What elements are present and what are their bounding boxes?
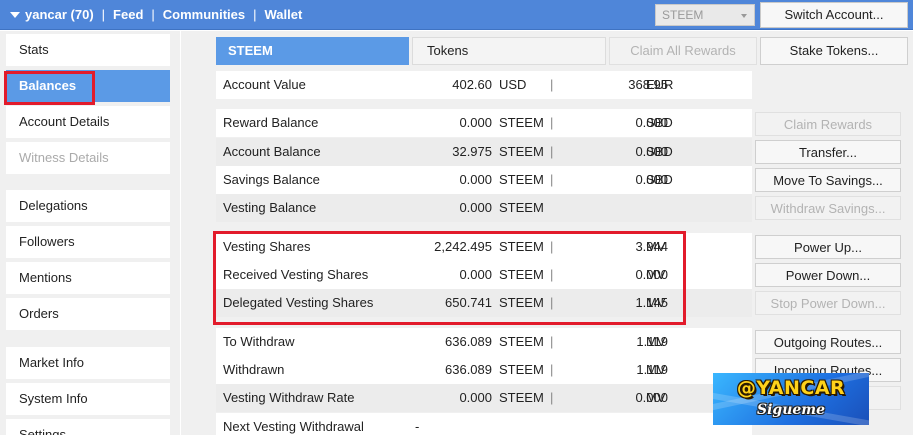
table-row: Vesting Balance 0.000 STEEM — [216, 194, 752, 222]
row-separator: | — [550, 77, 554, 92]
top-bar: yancar (70) | Feed | Communities | Walle… — [0, 0, 913, 30]
row-unit-2: SBD — [646, 115, 673, 130]
currency-select[interactable]: STEEM — [655, 4, 755, 26]
row-unit-2: MV — [646, 334, 666, 349]
tab-steem[interactable]: STEEM — [216, 37, 409, 65]
dropdown-arrow-icon — [741, 14, 747, 18]
sidebar-item-orders[interactable]: Orders — [6, 298, 170, 330]
row-separator: | — [550, 334, 554, 349]
sidebar-item-settings[interactable]: Settings — [6, 419, 170, 435]
stop-power-down-button[interactable]: Stop Power Down... — [755, 291, 901, 315]
table-row: Account Value 402.60 USD | 368.95 EUR — [216, 71, 752, 99]
row-label: Account Value — [223, 77, 306, 92]
row-value: 0.000 — [459, 172, 492, 187]
row-label: To Withdraw — [223, 334, 295, 349]
nav-link-feed[interactable]: Feed — [113, 7, 143, 22]
nav-separator: | — [101, 7, 106, 22]
row-value: 32.975 — [452, 144, 492, 159]
account-nav: yancar (70) | Feed | Communities | Walle… — [10, 7, 302, 22]
account-menu-button[interactable]: yancar (70) — [25, 7, 94, 22]
row-unit: STEEM — [499, 390, 544, 405]
row-label: Vesting Balance — [223, 200, 317, 215]
row-unit: STEEM — [499, 172, 544, 187]
row-value: 0.000 — [459, 115, 492, 130]
table-row: Reward Balance 0.000 STEEM | 0.000 SBD — [216, 109, 752, 137]
row-label: Next Vesting Withdrawal — [223, 419, 364, 434]
row-unit: STEEM — [499, 334, 544, 349]
row-unit-2: EUR — [646, 77, 674, 92]
row-unit: STEEM — [499, 115, 544, 130]
row-unit: STEEM — [499, 144, 544, 159]
nav-separator: | — [151, 7, 155, 22]
row-value: 402.60 — [452, 77, 492, 92]
row-label: Withdrawn — [223, 362, 285, 377]
row-value: 636.089 — [445, 334, 492, 349]
yancar-watermark-logo: @YANCAR Sigueme — [713, 373, 869, 425]
withdraw-savings-button[interactable]: Withdraw Savings... — [755, 196, 901, 220]
row-unit-2: MV — [646, 362, 666, 377]
claim-all-rewards-button[interactable]: Claim All Rewards — [609, 37, 757, 65]
nav-link-wallet[interactable]: Wallet — [265, 7, 303, 22]
move-to-savings-button[interactable]: Move To Savings... — [755, 168, 901, 192]
transfer-button[interactable]: Transfer... — [755, 140, 901, 164]
chevron-down-icon[interactable] — [10, 11, 20, 18]
row-label: Account Balance — [223, 144, 321, 159]
sidebar-item-followers[interactable]: Followers — [6, 226, 170, 258]
stake-tokens-button[interactable]: Stake Tokens... — [760, 37, 908, 65]
sidebar-item-witness-details: Witness Details — [6, 142, 170, 174]
vesting-highlight-box — [213, 231, 686, 325]
nav-separator: | — [253, 7, 257, 22]
row-unit: STEEM — [499, 200, 544, 215]
power-up-button[interactable]: Power Up... — [755, 235, 901, 259]
row-separator: | — [550, 144, 554, 159]
power-down-button[interactable]: Power Down... — [755, 263, 901, 287]
row-separator: | — [550, 115, 554, 130]
row-unit: STEEM — [499, 362, 544, 377]
row-value: 0.000 — [459, 200, 492, 215]
table-row: Vesting Withdraw Rate 0.000 STEEM | 0.00… — [216, 384, 752, 412]
switch-account-button[interactable]: Switch Account... — [760, 2, 908, 28]
row-divider — [216, 100, 752, 108]
claim-rewards-button[interactable]: Claim Rewards — [755, 112, 901, 136]
row-divider — [216, 222, 752, 230]
row-separator: | — [550, 390, 554, 405]
balances-highlight-box — [4, 71, 95, 105]
row-label: Savings Balance — [223, 172, 320, 187]
currency-select-value: STEEM — [662, 8, 704, 22]
table-row: To Withdraw 636.089 STEEM | 1.119 MV — [216, 328, 752, 356]
row-label: Vesting Withdraw Rate — [223, 390, 355, 405]
table-row: Next Vesting Withdrawal - — [216, 413, 752, 435]
nav-link-communities[interactable]: Communities — [163, 7, 245, 22]
sidebar-item-mentions[interactable]: Mentions — [6, 262, 170, 294]
tab-tokens[interactable]: Tokens — [412, 37, 606, 65]
row-unit-2: SBD — [646, 144, 673, 159]
row-unit: USD — [499, 77, 527, 92]
sidebar-item-system-info[interactable]: System Info — [6, 383, 170, 415]
row-value: - — [415, 419, 420, 434]
sidebar-item-stats[interactable]: Stats — [6, 34, 170, 66]
logo-subtitle: Sigueme — [756, 402, 826, 418]
outgoing-routes-button[interactable]: Outgoing Routes... — [755, 330, 901, 354]
sidebar-item-delegations[interactable]: Delegations — [6, 190, 170, 222]
table-row: Savings Balance 0.000 STEEM | 0.000 SBD — [216, 166, 752, 194]
row-label: Reward Balance — [223, 115, 319, 130]
table-row: Account Balance 32.975 STEEM | 0.000 SBD — [216, 138, 752, 166]
row-separator: | — [550, 362, 554, 377]
row-unit-2: SBD — [646, 172, 673, 187]
logo-title: @YANCAR — [736, 377, 846, 399]
sidebar-item-market-info[interactable]: Market Info — [6, 347, 170, 379]
row-value: 0.000 — [459, 390, 492, 405]
row-unit-2: MV — [646, 390, 666, 405]
sidebar-item-account-details[interactable]: Account Details — [6, 106, 170, 138]
table-row: Withdrawn 636.089 STEEM | 1.119 MV — [216, 356, 752, 384]
row-value: 636.089 — [445, 362, 492, 377]
row-separator: | — [550, 172, 554, 187]
